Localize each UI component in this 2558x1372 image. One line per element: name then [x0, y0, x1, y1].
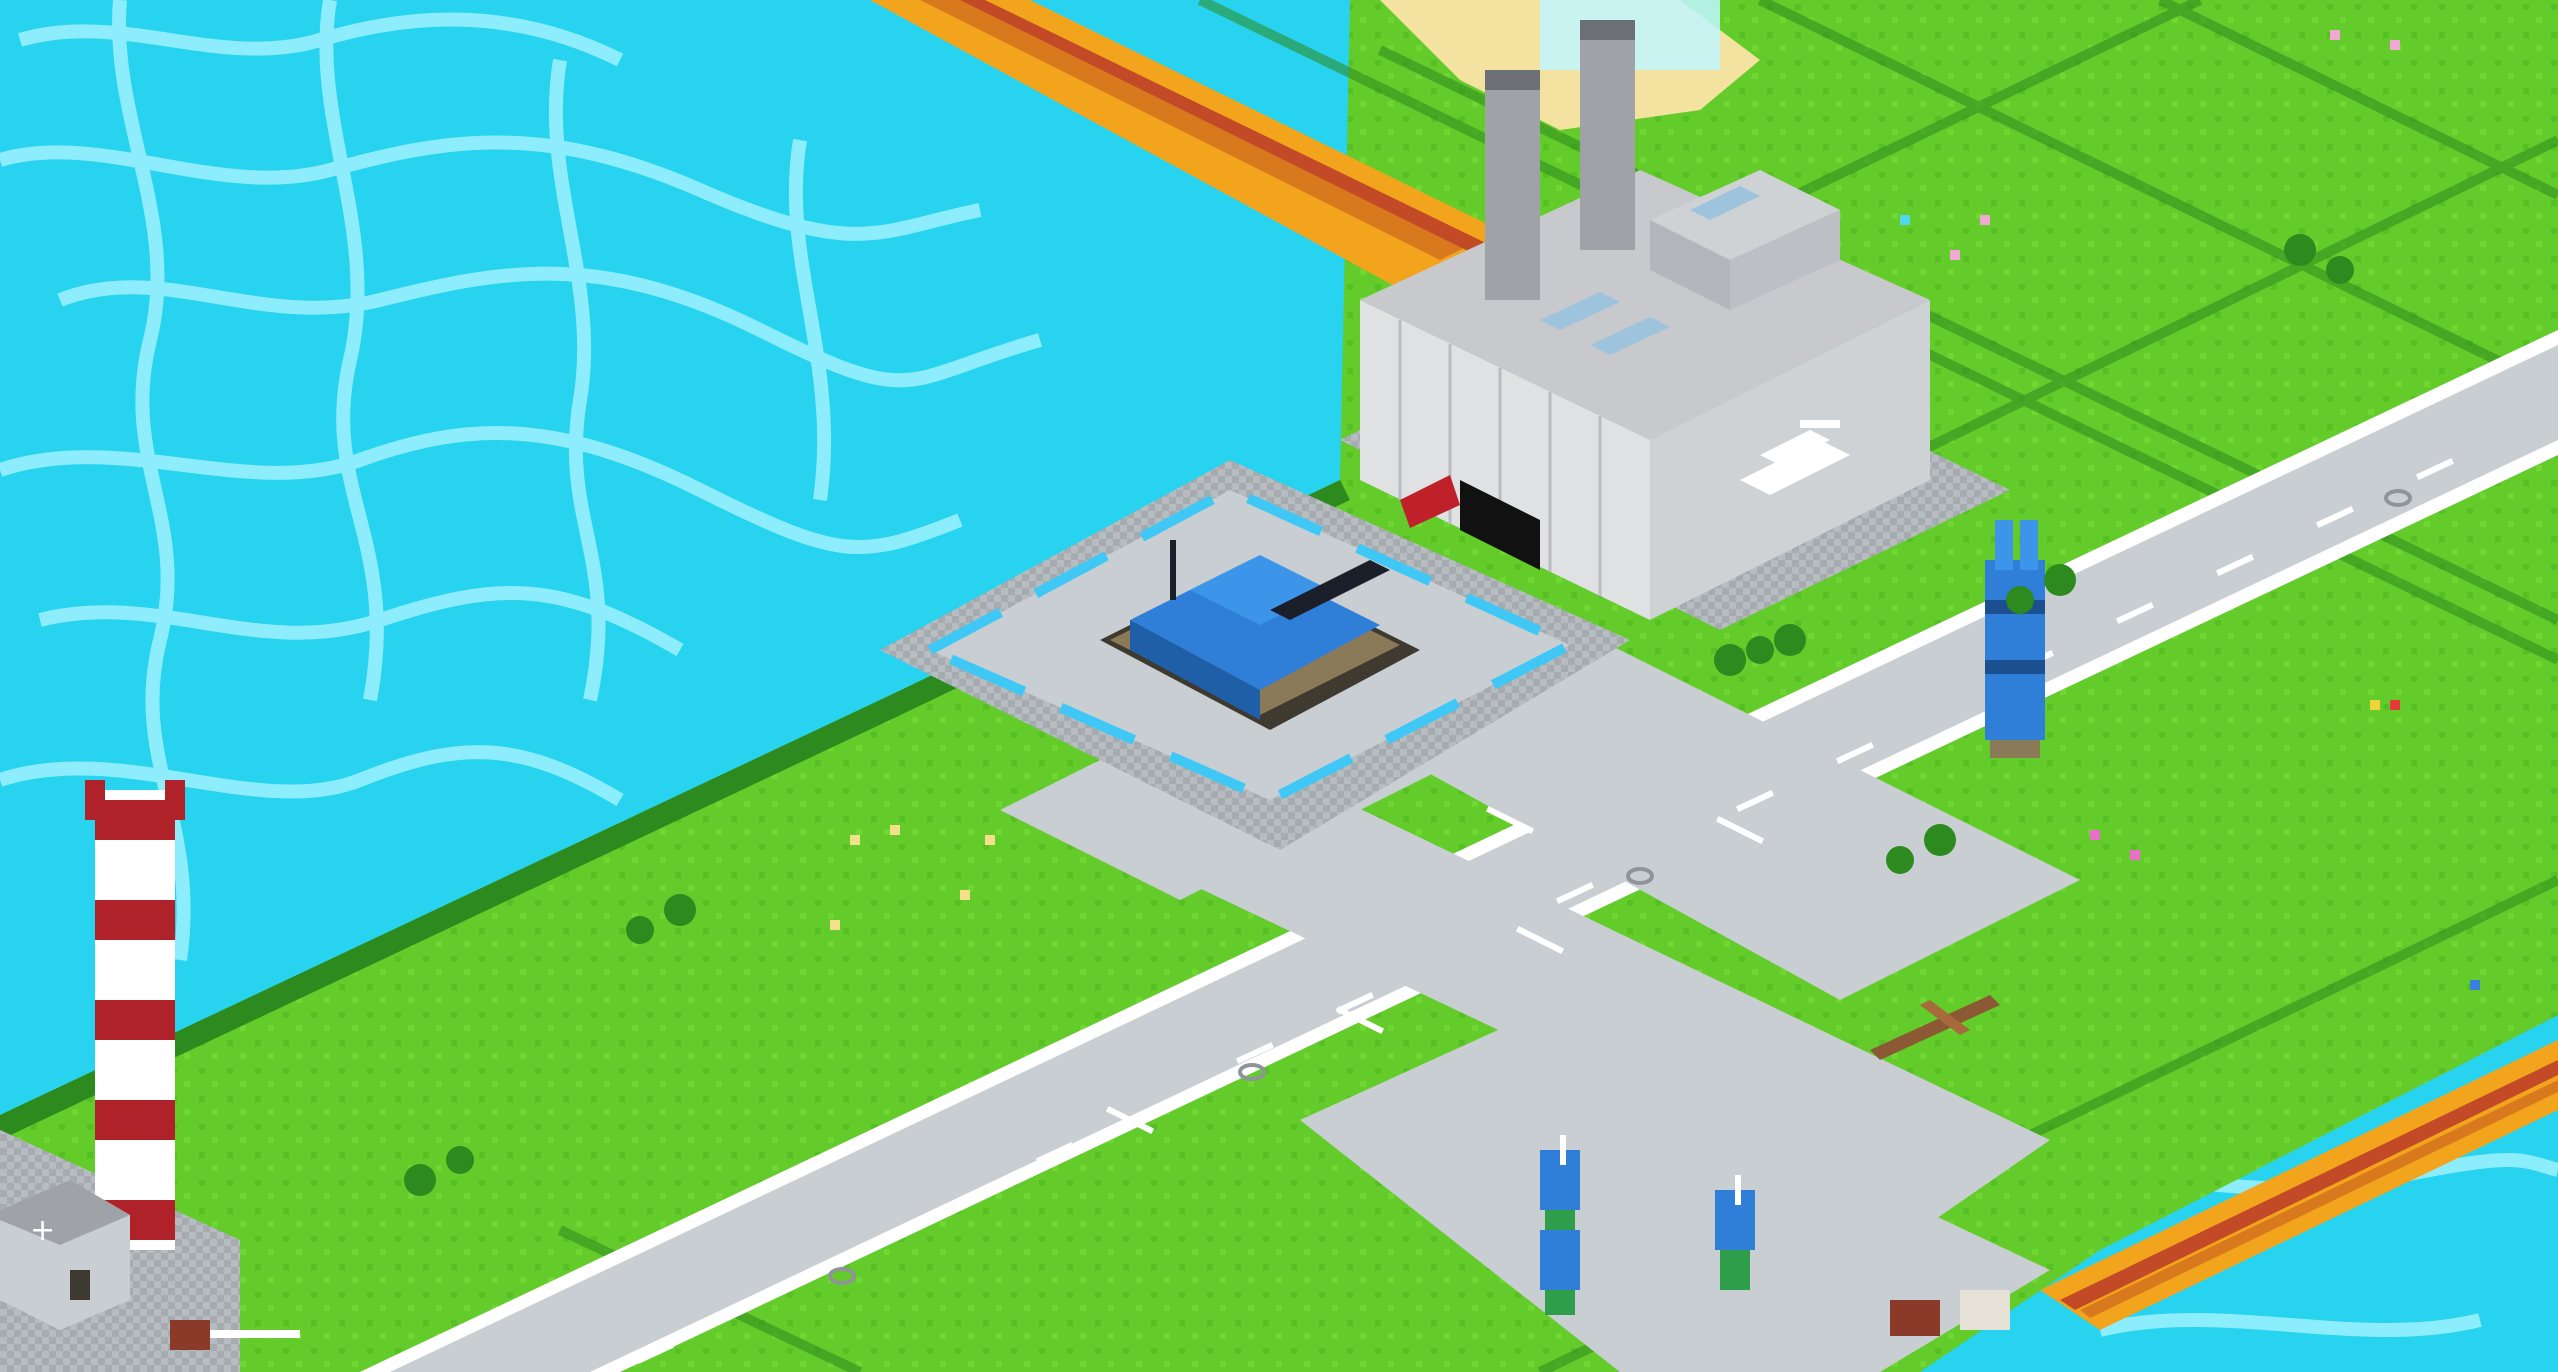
chimney-right: [1580, 30, 1635, 250]
medical-cross-icon: +: [30, 1213, 55, 1248]
game-map[interactable]: +: [0, 0, 2558, 1372]
infantry-unit[interactable]: [1715, 1175, 1755, 1290]
infantry-unit[interactable]: [1540, 1135, 1580, 1315]
chimney-left: [1485, 80, 1540, 300]
